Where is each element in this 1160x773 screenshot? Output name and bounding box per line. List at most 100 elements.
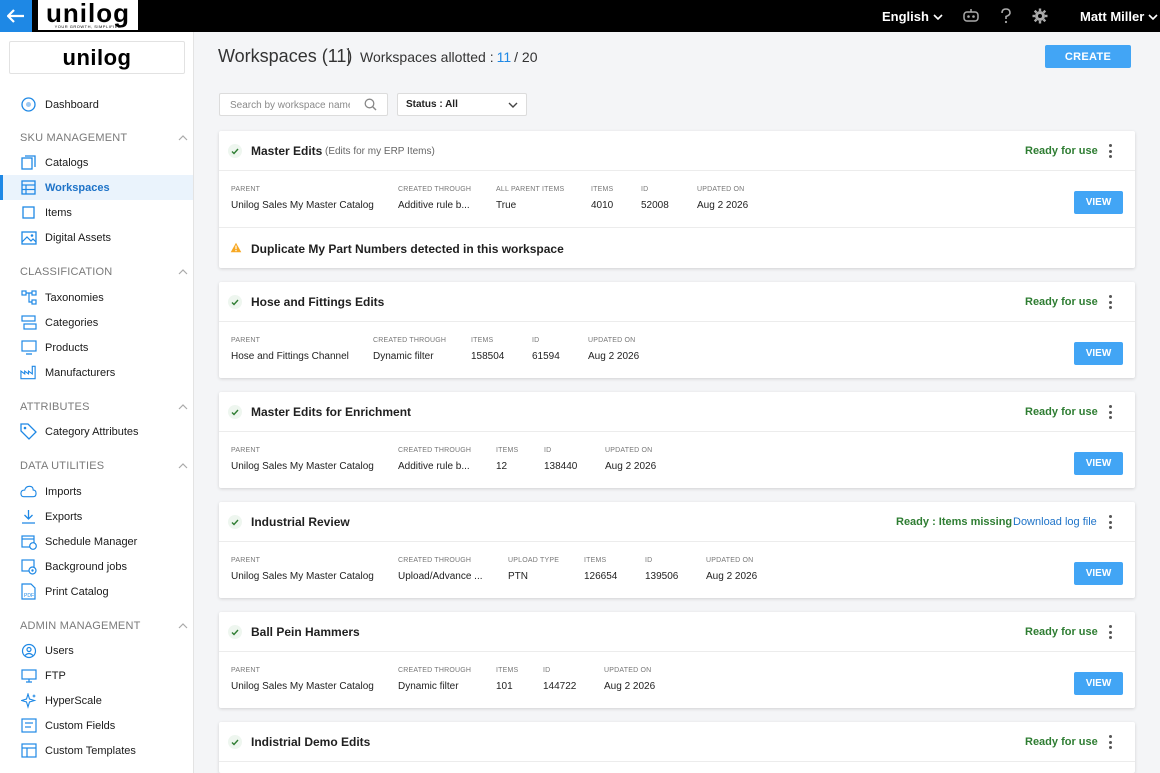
field-all-parent-items: ALL PARENT ITEMS True [496,186,564,211]
field-value: Aug 2 2026 [604,681,656,692]
section-header-data-utilities[interactable]: DATA UTILITIES [20,459,188,473]
sidebar-item-manufacturers[interactable]: Manufacturers [0,360,193,385]
allotted-label: Workspaces allotted : [360,49,494,65]
sidebar-item-print-catalog[interactable]: PDF Print Catalog [0,579,193,604]
language-selector[interactable]: English [882,9,943,24]
field-label: ITEMS [591,186,614,193]
sidebar-item-label: Exports [45,510,83,523]
sidebar-item-schedule-manager[interactable]: Schedule Manager [0,529,193,554]
workspace-card-header: Master Edits for Enrichment Ready for us… [219,392,1135,432]
field-value: Additive rule b... [398,200,470,211]
workspace-title[interactable]: Ball Pein Hammers [251,625,360,639]
view-button[interactable]: VIEW [1074,562,1123,585]
gear-icon[interactable] [1031,7,1049,25]
field-updated-on: UPDATED ON Aug 2 2026 [605,447,656,472]
workspace-title[interactable]: Master Edits [251,144,322,158]
chevron-up-icon [178,463,188,469]
section-title: ATTRIBUTES [20,401,90,413]
sidebar-item-workspaces[interactable]: Workspaces [0,175,193,200]
pdf-icon: PDF [20,583,37,600]
workspace-title[interactable]: Hose and Fittings Edits [251,295,384,309]
workspace-title[interactable]: Master Edits for Enrichment [251,405,411,419]
kebab-menu-icon[interactable] [1105,404,1115,420]
check-icon [228,144,242,158]
sidebar-item-label: Workspaces [45,181,110,194]
chevron-up-icon [178,135,188,141]
sidebar-item-items[interactable]: Items [0,200,193,225]
dashboard-icon [20,96,37,113]
kebab-menu-icon[interactable] [1105,294,1115,310]
field-updated-on: UPDATED ON Aug 2 2026 [604,667,655,692]
sidebar-item-imports[interactable]: Imports [0,479,193,504]
section-header-admin-management[interactable]: ADMIN MANAGEMENT [20,619,188,633]
status-badge: Ready : Items missing [896,516,1013,528]
sidebar-item-digital-assets[interactable]: Digital Assets [0,225,193,250]
section-header-sku-management[interactable]: SKU MANAGEMENT [20,131,188,145]
sidebar-item-background-jobs[interactable]: Background jobs [0,554,193,579]
field-value: Aug 2 2026 [697,200,749,211]
kebab-menu-icon[interactable] [1105,624,1115,640]
search-input[interactable] [230,98,350,112]
field-label: PARENT [231,447,261,454]
create-button[interactable]: CREATE [1045,45,1131,68]
workspaces-allotted: Workspaces allotted :11/ 20 [360,49,538,65]
calendar-clock-icon [20,533,37,550]
back-button[interactable] [0,0,32,32]
kebab-menu-icon[interactable] [1105,514,1115,530]
field-created-through: CREATED THROUGH Upload/Advance ... [398,557,483,582]
robot-icon[interactable] [962,7,980,25]
field-label: ITEMS [496,447,519,454]
sidebar-item-products[interactable]: Products [0,335,193,360]
sidebar-item-custom-templates[interactable]: Custom Templates [0,738,193,763]
sidebar-logo[interactable]: unilog [9,41,185,74]
view-button[interactable]: VIEW [1074,191,1123,214]
sidebar-item-catalogs[interactable]: Catalogs [0,150,193,175]
products-icon [20,339,37,356]
view-button[interactable]: VIEW [1074,452,1123,475]
search-box [219,93,388,116]
tag-icon [20,423,37,440]
top-bar: unilog YOUR GROWTH, SIMPLIFIED English M… [0,0,1160,32]
field-parent: PARENT Hose and Fittings Channel [231,337,349,362]
field-value: 138440 [544,461,578,472]
field-label: CREATED THROUGH [398,186,472,193]
sidebar-item-exports[interactable]: Exports [0,504,193,529]
status-filter-dropdown[interactable]: Status : All [397,93,527,116]
field-value: Additive rule b... [398,461,470,472]
sidebar-item-label: Users [45,644,74,657]
sidebar-item-users[interactable]: Users [0,638,193,663]
view-button[interactable]: VIEW [1074,342,1123,365]
section-header-attributes[interactable]: ATTRIBUTES [20,400,188,414]
field-label: UPDATED ON [706,557,754,564]
sidebar-item-hyperscale[interactable]: HyperScale [0,688,193,713]
help-icon[interactable] [997,7,1015,25]
view-button[interactable]: VIEW [1074,672,1123,695]
field-upload-type: UPLOAD TYPE PTN [508,557,559,582]
sidebar-item-dashboard[interactable]: Dashboard [0,92,193,117]
sidebar-item-categories[interactable]: Categories [0,310,193,335]
field-label: ID [645,557,653,564]
field-value: Aug 2 2026 [706,571,758,582]
workspace-card-header: Indistrial Demo Edits Ready for use [219,722,1135,762]
section-header-classification[interactable]: CLASSIFICATION [20,265,188,279]
field-value: Dynamic filter [398,681,459,692]
kebab-menu-icon[interactable] [1105,143,1115,159]
workspace-title[interactable]: Industrial Review [251,515,350,529]
sidebar-item-category-attributes[interactable]: Category Attributes [0,419,193,444]
section-title: DATA UTILITIES [20,460,105,472]
download-log-link[interactable]: Download log file [1013,516,1097,528]
field-label: ITEMS [584,557,607,564]
sidebar-item-taxonomies[interactable]: Taxonomies [0,285,193,310]
sidebar-item-custom-fields[interactable]: Custom Fields [0,713,193,738]
user-menu[interactable]: Matt Miller [1080,9,1158,24]
sidebar-item-ftp[interactable]: FTP [0,663,193,688]
kebab-menu-icon[interactable] [1105,734,1115,750]
warning-message: Duplicate My Part Numbers detected in th… [251,242,564,256]
workspace-title[interactable]: Indistrial Demo Edits [251,735,370,749]
sidebar-item-label: HyperScale [45,694,102,707]
sidebar-item-label: Schedule Manager [45,535,138,548]
brand-logo[interactable]: unilog YOUR GROWTH, SIMPLIFIED [38,0,138,30]
search-icon[interactable] [364,98,377,114]
field-label: ALL PARENT ITEMS [496,186,565,193]
field-value: 4010 [591,200,614,211]
